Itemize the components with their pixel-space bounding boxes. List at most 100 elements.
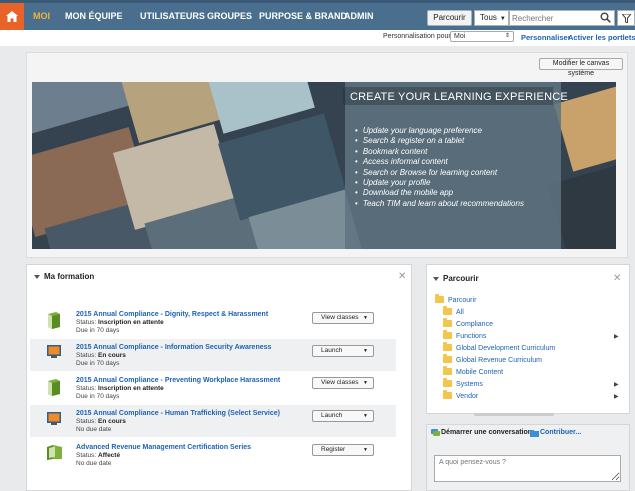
course-title-link[interactable]: 2015 Annual Compliance - Information Sec… xyxy=(76,344,271,351)
tree-item-label: Global Revenue Curriculum xyxy=(456,357,542,364)
nav-item-groupes[interactable]: GROUPES xyxy=(207,11,252,21)
horizontal-scrollbar[interactable] xyxy=(474,413,554,416)
top-navigation-bar: MOI MON ÉQUIPE UTILISATEURS GROUPES PURP… xyxy=(0,0,635,30)
close-icon[interactable]: ✕ xyxy=(398,272,406,282)
course-due: Due in 70 days xyxy=(76,360,120,367)
search-scope-value: Tous xyxy=(480,13,497,22)
tree-item-mobile-content[interactable]: Mobile Content xyxy=(443,366,504,376)
banner-title: CREATE YOUR LEARNING EXPERIENCE xyxy=(350,91,568,103)
course-title-link[interactable]: 2015 Annual Compliance - Preventing Work… xyxy=(76,377,280,384)
personalization-label: Personnalisation pour : xyxy=(383,33,455,40)
course-title-link[interactable]: 2015 Annual Compliance - Dignity, Respec… xyxy=(76,311,268,318)
tree-item-compliance[interactable]: Compliance xyxy=(443,318,493,328)
course-due: Due in 70 days xyxy=(76,327,120,334)
learning-banner[interactable] xyxy=(32,82,616,249)
browse-button[interactable]: Parcourir xyxy=(427,10,472,26)
close-icon[interactable]: ✕ xyxy=(613,274,621,284)
contribute-folder-icon xyxy=(530,430,539,437)
course-title-link[interactable]: Advanced Revenue Management Certificatio… xyxy=(76,444,251,451)
collapse-caret-icon[interactable] xyxy=(34,275,40,279)
tree-root-label: Parcourir xyxy=(448,297,477,304)
conversation-icon xyxy=(431,429,440,436)
activate-portlets-link[interactable]: Activer les portlets xyxy=(568,33,635,42)
action-label: Register xyxy=(321,446,346,453)
view-classes-button[interactable]: View classes ▼ xyxy=(312,312,374,324)
start-conversation-tab[interactable]: Démarrer une conversation xyxy=(441,429,532,436)
curriculum-icon xyxy=(47,445,62,460)
home-icon xyxy=(6,11,18,22)
banner-feature-item: Update your language preference xyxy=(355,126,524,136)
book-icon xyxy=(48,312,60,329)
banner-feature-item: Teach TIM and learn about recommendation… xyxy=(355,199,524,209)
tree-item-label: Global Development Curriculum xyxy=(456,345,556,352)
register-button[interactable]: Register ▼ xyxy=(312,444,374,456)
tree-item-all[interactable]: All xyxy=(443,306,464,316)
banner-photo-tile xyxy=(32,82,130,136)
home-button[interactable] xyxy=(0,3,24,30)
action-label: View classes xyxy=(321,379,359,386)
course-status-value: En cours xyxy=(98,418,126,425)
banner-feature-item: Search or Browse for learning content xyxy=(355,168,524,178)
folder-icon xyxy=(443,390,452,399)
personalization-select[interactable]: Moi ⇕ xyxy=(450,31,514,42)
tree-item-label: Functions xyxy=(456,333,487,340)
course-due: Due in 70 days xyxy=(76,393,120,400)
browse-panel-title: Parcourir xyxy=(443,274,479,283)
tree-item-label: Mobile Content xyxy=(456,369,504,376)
folder-icon xyxy=(443,318,452,327)
course-title-link[interactable]: 2015 Annual Compliance - Human Trafficki… xyxy=(76,410,280,417)
edit-canvas-button[interactable]: Modifier le canvas système xyxy=(539,58,623,77)
customize-link[interactable]: Personnaliser xyxy=(521,33,571,42)
view-classes-button[interactable]: View classes ▼ xyxy=(312,377,374,389)
folder-icon xyxy=(443,378,452,387)
banner-feature-list: Update your language preference Search &… xyxy=(355,126,524,209)
search-scope-select[interactable]: Tous ▼ xyxy=(474,10,509,26)
course-status-value: En cours xyxy=(98,352,126,359)
action-label: View classes xyxy=(321,314,359,321)
course-status: Status: Inscription en attente xyxy=(76,319,164,326)
collapse-caret-icon[interactable] xyxy=(433,277,439,281)
course-status: Status: Affecté xyxy=(76,452,120,459)
personalization-value: Moi xyxy=(454,33,466,40)
conversation-input[interactable] xyxy=(434,455,621,482)
banner-feature-item: Download the mobile app xyxy=(355,188,524,198)
nav-item-mon-equipe[interactable]: MON ÉQUIPE xyxy=(65,11,123,21)
tree-item-global-development[interactable]: Global Development Curriculum xyxy=(443,342,556,352)
nav-item-utilisateurs[interactable]: UTILISATEURS xyxy=(140,11,205,21)
tree-item-vendor[interactable]: Vendor xyxy=(443,390,479,400)
search-icon[interactable] xyxy=(600,12,611,23)
contribute-tab[interactable]: Contribuer... xyxy=(540,429,581,436)
tree-item-functions[interactable]: Functions xyxy=(443,330,487,340)
course-status-value: Inscription en attente xyxy=(98,385,164,392)
course-status-value: Inscription en attente xyxy=(98,319,164,326)
nav-item-purpose-brand[interactable]: PURPOSE & BRAND xyxy=(259,11,347,21)
folder-icon xyxy=(435,294,444,303)
expand-arrow-icon[interactable]: ▶ xyxy=(614,333,619,340)
launch-button[interactable]: Launch ▼ xyxy=(312,410,374,422)
tree-item-systems[interactable]: Systems xyxy=(443,378,483,388)
dropdown-arrow-icon: ▼ xyxy=(363,380,368,386)
course-status-label: Status: xyxy=(76,385,97,392)
online-course-icon xyxy=(47,345,61,358)
dropdown-arrow-icon: ▼ xyxy=(363,413,368,419)
tree-item-global-revenue[interactable]: Global Revenue Curriculum xyxy=(443,354,542,364)
action-label: Launch xyxy=(321,412,343,419)
folder-icon xyxy=(443,366,452,375)
tree-root[interactable]: Parcourir xyxy=(435,294,477,304)
course-status-label: Status: xyxy=(76,452,97,459)
my-training-title: Ma formation xyxy=(44,272,95,281)
expand-arrow-icon[interactable]: ▶ xyxy=(614,393,619,400)
tree-item-label: Compliance xyxy=(456,321,493,328)
dropdown-arrow-icon: ▼ xyxy=(363,315,368,321)
filter-button[interactable] xyxy=(617,10,635,26)
tree-item-label: All xyxy=(456,309,464,316)
course-status-label: Status: xyxy=(76,352,97,359)
nav-item-moi[interactable]: MOI xyxy=(33,11,50,21)
launch-button[interactable]: Launch ▼ xyxy=(312,345,374,357)
course-status: Status: En cours xyxy=(76,352,126,359)
expand-arrow-icon[interactable]: ▶ xyxy=(614,381,619,388)
nav-item-admin[interactable]: ADMIN xyxy=(344,11,374,21)
banner-feature-item: Bookmark content xyxy=(355,147,524,157)
dropdown-arrow-icon: ▼ xyxy=(363,447,368,453)
tree-item-label: Vendor xyxy=(456,393,479,400)
